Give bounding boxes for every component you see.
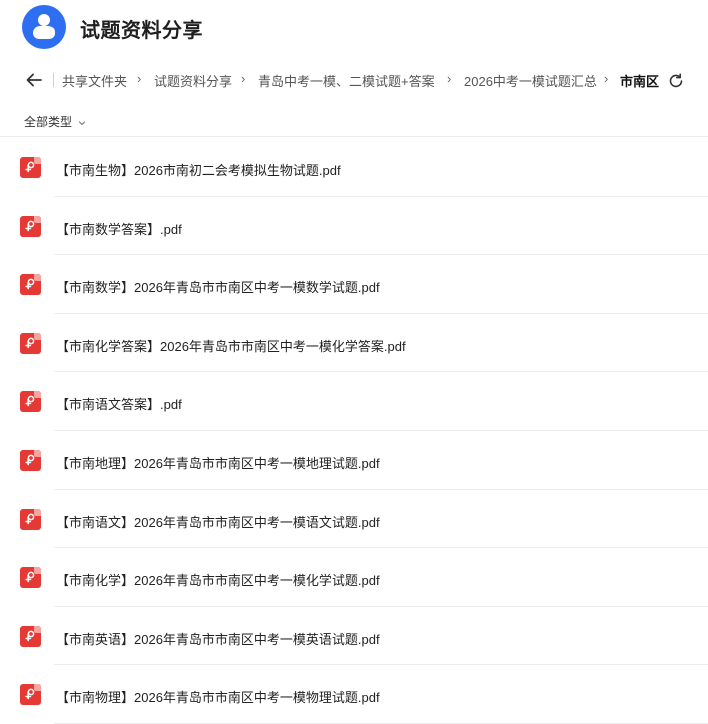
- file-name: 【市南语文答案】.pdf: [56, 397, 182, 413]
- chevron-right-icon: ›: [447, 71, 452, 86]
- type-filter-dropdown[interactable]: 全部类型: [24, 113, 86, 130]
- file-name: 【市南物理】2026年青岛市市南区中考一模物理试题.pdf: [56, 690, 380, 706]
- file-row[interactable]: 【市南化学答案】2026年青岛市市南区中考一模化学答案.pdf: [0, 314, 708, 373]
- list-divider: [0, 136, 708, 137]
- chevron-down-icon: [78, 121, 86, 125]
- file-name: 【市南化学答案】2026年青岛市市南区中考一模化学答案.pdf: [56, 338, 406, 354]
- pdf-icon: [20, 391, 41, 413]
- pdf-icon: [20, 332, 41, 354]
- chevron-right-icon: ›: [137, 71, 142, 86]
- file-row[interactable]: 【市南化学】2026年青岛市市南区中考一模化学试题.pdf: [0, 548, 708, 607]
- breadcrumb-item-current: 市南区: [620, 74, 660, 89]
- pdf-icon: [20, 449, 41, 471]
- chevron-right-icon: ›: [241, 71, 246, 86]
- file-row[interactable]: 【市南物理】2026年青岛市市南区中考一模物理试题.pdf: [0, 665, 708, 724]
- pdf-icon: [20, 625, 41, 647]
- pdf-icon: [20, 684, 41, 706]
- file-row[interactable]: 【市南地理】2026年青岛市市南区中考一模地理试题.pdf: [0, 431, 708, 490]
- file-row[interactable]: 【市南英语】2026年青岛市市南区中考一模英语试题.pdf: [0, 607, 708, 666]
- app-header: 试题资料分享: [0, 0, 708, 56]
- refresh-icon[interactable]: [667, 72, 685, 90]
- breadcrumb-item-exam-share[interactable]: 试题资料分享: [154, 71, 232, 90]
- pdf-icon: [20, 567, 41, 589]
- file-name: 【市南语文】2026年青岛市市南区中考一模语文试题.pdf: [56, 514, 380, 530]
- file-row[interactable]: 【市南生物】2026市南初二会考模拟生物试题.pdf: [0, 138, 708, 197]
- type-filter-label: 全部类型: [24, 115, 73, 129]
- breadcrumb-item-2026-summary[interactable]: 2026中考一模试题汇总: [464, 71, 597, 90]
- back-arrow-icon[interactable]: [24, 70, 44, 90]
- pdf-icon: [20, 274, 41, 296]
- file-name: 【市南数学答案】.pdf: [56, 221, 182, 237]
- file-row[interactable]: 【市南数学】2026年青岛市市南区中考一模数学试题.pdf: [0, 255, 708, 314]
- pdf-icon: [20, 508, 41, 530]
- file-name: 【市南化学】2026年青岛市市南区中考一模化学试题.pdf: [56, 573, 380, 589]
- file-row[interactable]: 【市南数学答案】.pdf: [0, 197, 708, 256]
- file-name: 【市南生物】2026市南初二会考模拟生物试题.pdf: [56, 163, 341, 178]
- file-name: 【市南地理】2026年青岛市市南区中考一模地理试题.pdf: [56, 455, 380, 471]
- breadcrumb-item-qingdao-exams[interactable]: 青岛中考一模、二模试题+答案: [258, 71, 435, 90]
- file-list: 【市南生物】2026市南初二会考模拟生物试题.pdf 【市南数学答案】.pdf 【市…: [0, 138, 708, 724]
- file-row[interactable]: 【市南语文答案】.pdf: [0, 372, 708, 431]
- file-name: 【市南数学】2026年青岛市市南区中考一模数学试题.pdf: [56, 280, 380, 296]
- users-icon: [22, 5, 66, 49]
- page-title: 试题资料分享: [80, 20, 203, 42]
- chevron-right-icon: ›: [604, 71, 609, 86]
- file-row[interactable]: 【市南语文】2026年青岛市市南区中考一模语文试题.pdf: [0, 490, 708, 549]
- breadcrumb-divider: [53, 73, 54, 87]
- file-name: 【市南英语】2026年青岛市市南区中考一模英语试题.pdf: [56, 631, 380, 647]
- breadcrumb: 共享文件夹 › 试题资料分享 › 青岛中考一模、二模试题+答案 › 2026中考…: [0, 66, 708, 94]
- breadcrumb-item-shared-folder[interactable]: 共享文件夹: [62, 71, 127, 90]
- pdf-icon: [20, 215, 41, 237]
- pdf-icon: [20, 157, 41, 178]
